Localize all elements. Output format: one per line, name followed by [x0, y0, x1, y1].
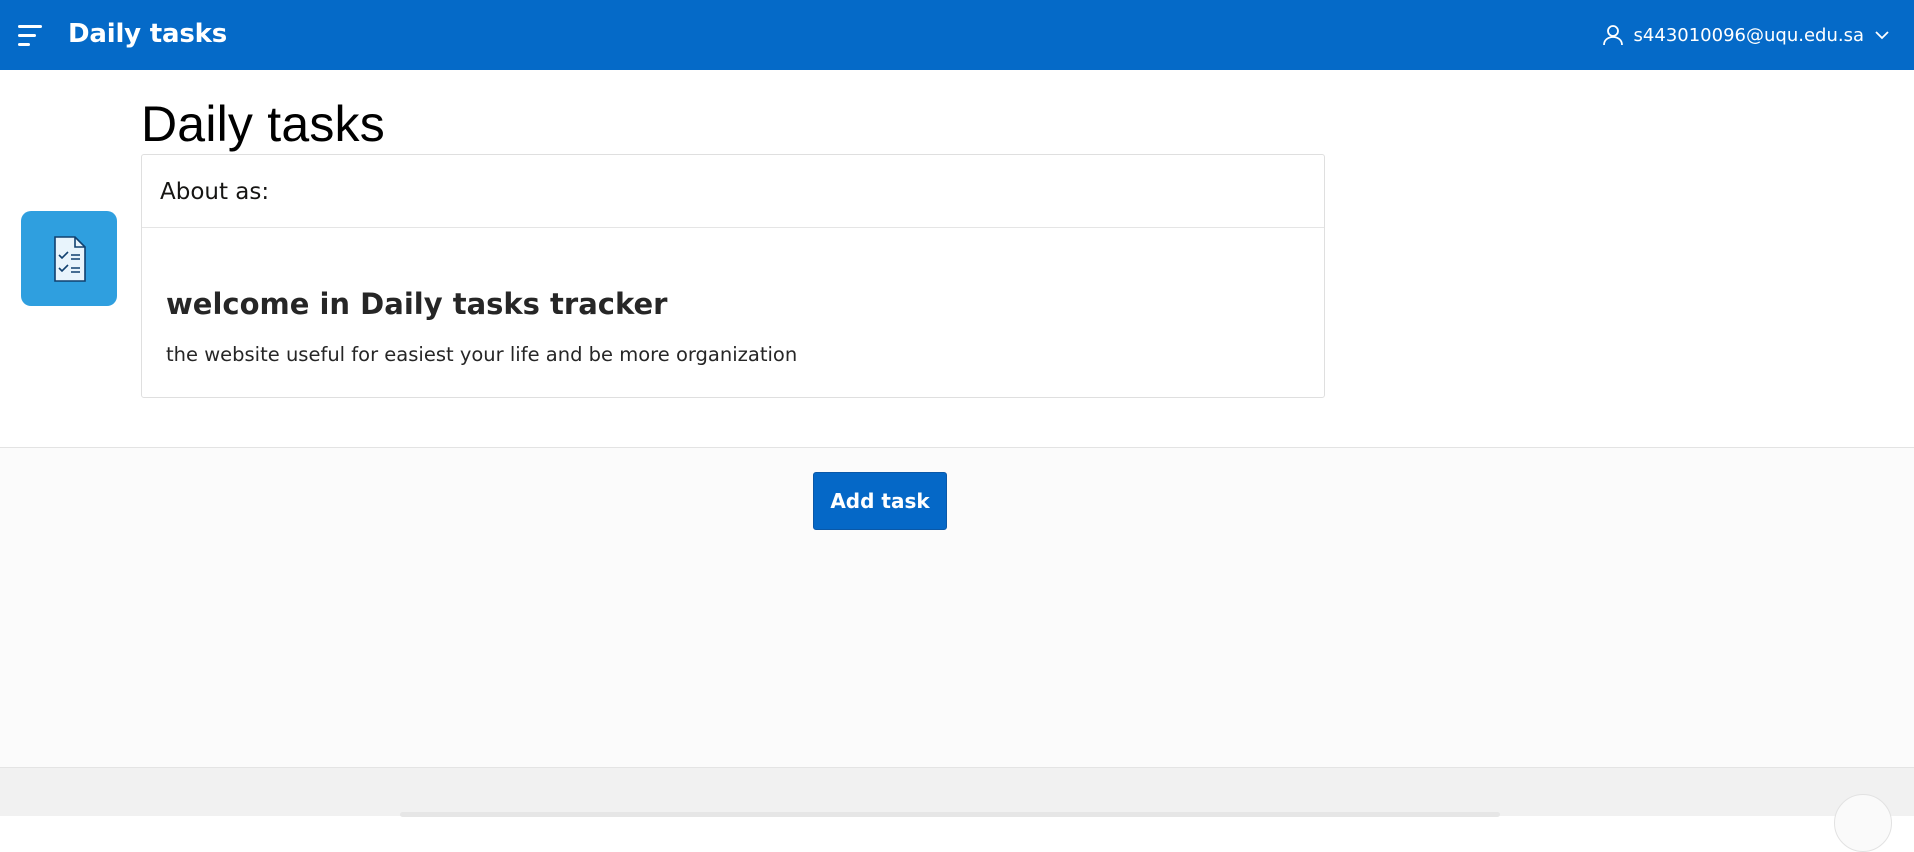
checklist-document-icon [21, 211, 117, 306]
user-menu[interactable]: s443010096@uqu.edu.sa [1602, 19, 1890, 51]
chevron-down-icon [1874, 27, 1890, 43]
hamburger-menu-icon[interactable] [18, 22, 48, 48]
about-region: About as: welcome in Daily tasks tracker… [141, 154, 1325, 398]
scroll-to-top-button[interactable] [1834, 794, 1892, 852]
region-body: welcome in Daily tasks tracker the websi… [142, 228, 1324, 368]
welcome-heading: welcome in Daily tasks tracker [166, 287, 668, 321]
app-title[interactable]: Daily tasks [68, 17, 227, 51]
footer [0, 767, 1914, 852]
button-bar [0, 447, 1914, 767]
description-text: the website useful for easiest your life… [166, 343, 798, 366]
user-icon [1602, 24, 1624, 46]
horizontal-scrollbar[interactable] [400, 812, 1500, 817]
user-email: s443010096@uqu.edu.sa [1633, 24, 1864, 46]
add-task-button[interactable]: Add task [813, 472, 947, 530]
page-title: Daily tasks [141, 96, 385, 152]
region-heading: About as: [142, 155, 1324, 228]
top-navigation-bar: Daily tasks s443010096@uqu.edu.sa [0, 0, 1914, 70]
